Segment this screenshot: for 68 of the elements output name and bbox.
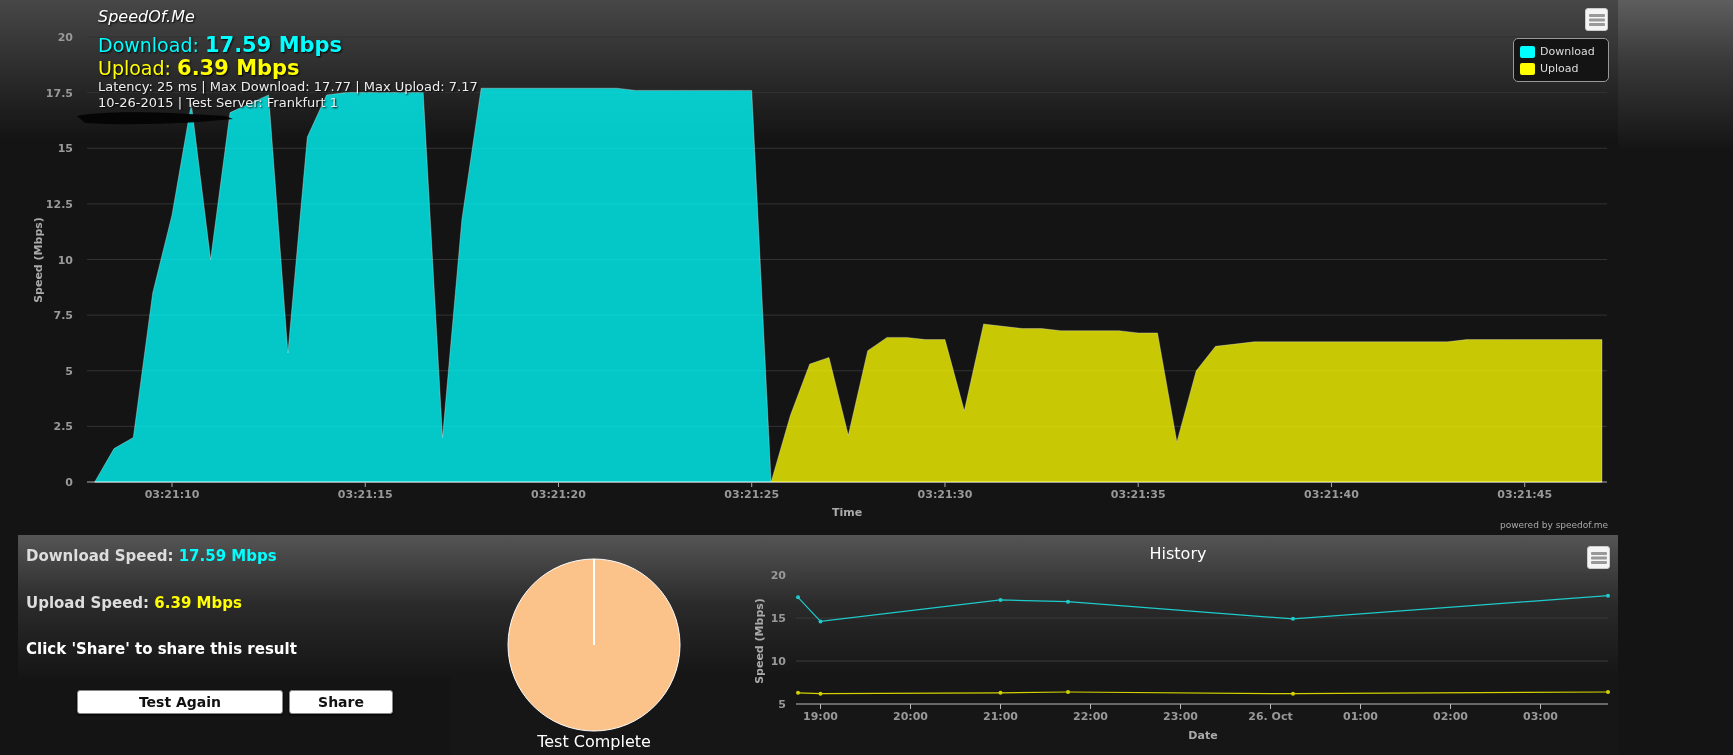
axis-tick-label: 7.5 <box>53 309 73 323</box>
data-point <box>1606 593 1610 598</box>
axis-tick-label: 03:00 <box>1523 710 1558 723</box>
data-point <box>1066 599 1070 604</box>
axis-tick-label: 03:21:40 <box>1304 488 1359 501</box>
menu-button[interactable] <box>1585 8 1608 31</box>
axis-tick-label: 10 <box>57 253 73 267</box>
axis-tick-label: 12.5 <box>45 197 73 211</box>
axis-tick-label: 03:21:35 <box>1110 488 1166 501</box>
axis-tick-label: 21:00 <box>983 710 1018 723</box>
axis-tick-label: 5 <box>778 698 786 711</box>
result-label: Download Speed: <box>26 547 174 565</box>
result-label: Upload Speed: <box>26 593 150 612</box>
menu-button[interactable] <box>1587 546 1610 569</box>
legend-label: Download <box>1540 44 1595 60</box>
axis-tick-label: 20 <box>57 31 73 44</box>
site-title: SpeedOf.Me <box>98 6 195 28</box>
axis-tick-label: 2.5 <box>53 420 73 434</box>
axis-tick-label: 26. Oct <box>1248 710 1293 723</box>
axis-tick-label: 5 <box>65 364 73 378</box>
data-point <box>818 619 823 624</box>
axis-tick-label: 03:21:10 <box>144 488 200 501</box>
legend-label: Upload <box>1540 61 1579 77</box>
axis-tick-label: 03:21:30 <box>917 488 973 501</box>
test-details: Latency: 25 ms | Max Download: 17.77 | Max Upload: 7.17 <box>98 79 478 95</box>
axis-tick-label: 20 <box>770 569 786 582</box>
axis-title: Date <box>1188 729 1218 742</box>
status-label: Test Complete <box>536 733 652 751</box>
data-point <box>796 595 800 600</box>
data-point <box>998 690 1003 695</box>
data-point <box>1291 691 1295 696</box>
axis-tick-label: 20:00 <box>893 710 928 723</box>
download-speed: 17.59 Mbps <box>204 33 343 57</box>
chart-title: History <box>1148 543 1208 565</box>
share-hint: Click 'Share' to share this result <box>26 639 298 660</box>
upload-speed: 6.39 Mbps <box>177 56 300 80</box>
axis-tick-label: 03:21:15 <box>337 488 393 501</box>
axis-tick-label: 19:00 <box>803 710 838 723</box>
data-point <box>1291 616 1295 621</box>
axis-title: Speed (Mbps) <box>32 217 45 303</box>
axis-tick-label: 0 <box>65 476 73 489</box>
axis-tick-label: 03:21:20 <box>531 488 586 501</box>
axis-title: Time <box>831 506 863 519</box>
menu-icon <box>1588 13 1605 26</box>
data-point <box>1066 689 1070 694</box>
axis-tick-label: 15 <box>57 142 73 156</box>
axis-tick-label: 17.5 <box>45 86 73 100</box>
axis-tick-label: 15 <box>770 612 786 625</box>
axis-title: Speed (Mbps) <box>753 598 766 684</box>
test-again-button[interactable]: Test Again <box>77 690 283 714</box>
result-value: 6.39 Mbps <box>154 593 242 612</box>
data-point <box>796 690 800 695</box>
axis-tick-label: 03:21:25 <box>724 488 780 501</box>
menu-icon <box>1590 551 1607 564</box>
axis-tick-label: 22:00 <box>1073 710 1108 723</box>
download-label: Download: <box>98 34 199 56</box>
share-button[interactable]: Share <box>289 690 393 714</box>
axis-tick-label: 03:21:45 <box>1497 488 1553 501</box>
upload-label: Upload: <box>98 57 171 79</box>
axis-tick-label: 01:00 <box>1343 710 1378 723</box>
credit-text: powered by speedof.me <box>1500 519 1608 532</box>
axis-tick-label: 02:00 <box>1433 710 1468 723</box>
axis-tick-label: 10 <box>770 655 786 668</box>
axis-tick-label: 23:00 <box>1163 710 1198 723</box>
data-point <box>818 691 823 696</box>
data-point <box>1606 689 1610 694</box>
data-point <box>998 597 1003 602</box>
result-value: 17.59 Mbps <box>178 547 277 565</box>
